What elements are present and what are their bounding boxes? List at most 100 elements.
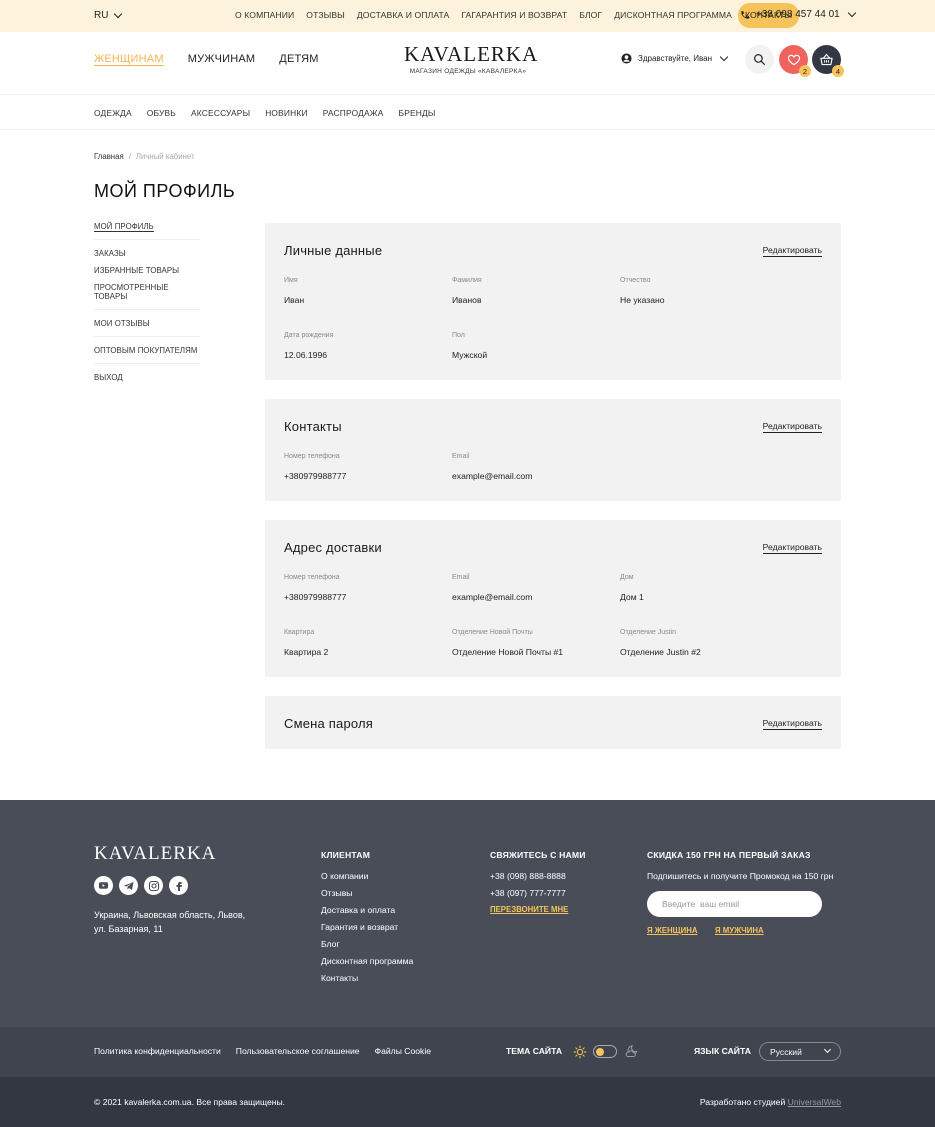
card-title: Смена пароля [284, 716, 374, 731]
legal-links: Политика конфиденциальности Пользователь… [94, 1046, 431, 1056]
edit-personal-button[interactable]: Редактировать [762, 245, 822, 257]
field-value: Квартира 2 [284, 647, 329, 657]
edit-address-button[interactable]: Редактировать [762, 542, 822, 554]
footer-phone[interactable]: +38 (097) 777-7777 [490, 885, 566, 902]
gender-men[interactable]: МУЖЧИНАМ [188, 53, 256, 65]
phone-dropdown[interactable]: +38 098 457 44 01 [740, 8, 856, 20]
footer-phone[interactable]: +38 (098) 888-8888 [490, 868, 566, 885]
field-birth-date: Дата рождения 12.06.1996 [284, 332, 333, 360]
field-value: Иван [284, 295, 305, 305]
telegram-icon [123, 881, 133, 890]
subscribe-women-link[interactable]: Я ЖЕНЩИНА [647, 926, 697, 935]
category-accessories[interactable]: АКСЕССУАРЫ [191, 108, 250, 118]
field-justin: Отделение Justin Отделение Justin #2 [620, 629, 701, 657]
footer-link-warranty[interactable]: Гарантия и возврат [321, 919, 413, 936]
cookies-link[interactable]: Файлы Cookie [375, 1046, 431, 1056]
field-value: Иванов [452, 295, 482, 305]
category-shoes[interactable]: ОБУВЬ [147, 108, 176, 118]
sidebar-divider [94, 363, 200, 364]
contact-phones: +38 (098) 888-8888 +38 (097) 777-7777 [490, 868, 566, 902]
top-nav-blog[interactable]: БЛОГ [573, 3, 608, 28]
sidebar-item-viewed[interactable]: ПРОСМОТРЕННЫЕ ТОВАРЫ [94, 283, 200, 301]
top-nav-delivery[interactable]: ДОСТАВКА И ОПЛАТА [351, 3, 456, 28]
callback-link[interactable]: ПЕРЕЗВОНИТЕ МНЕ [490, 905, 568, 914]
youtube-link[interactable] [94, 876, 113, 895]
telegram-link[interactable] [119, 876, 138, 895]
field-label: Отчество [620, 277, 651, 284]
sidebar-item-profile[interactable]: МОЙ ПРОФИЛЬ [94, 222, 200, 231]
footer-link-about[interactable]: О компании [321, 868, 413, 885]
user-agreement-link[interactable]: Пользовательское соглашение [236, 1046, 360, 1056]
subscribe-email-input[interactable] [647, 891, 822, 917]
chevron-down-icon [823, 1045, 832, 1054]
search-button[interactable] [745, 45, 774, 74]
account-menu[interactable]: Здравствуйте, Иван [621, 52, 729, 64]
heart-icon [787, 54, 800, 65]
sidebar-item-favorites[interactable]: ИЗБРАННЫЕ ТОВАРЫ [94, 266, 200, 275]
field-value: example@email.com [452, 592, 533, 602]
category-brands[interactable]: БРЕНДЫ [399, 108, 436, 118]
developer-prefix: Разработано студией [699, 1097, 786, 1107]
field-label: Дата рождения [284, 332, 334, 339]
top-nav-about[interactable]: О КОМПАНИИ [229, 3, 300, 28]
logo-text: KAVALERKA [404, 42, 539, 66]
field-email: Email example@email.com [452, 453, 532, 481]
favorites-button[interactable]: 2 [779, 45, 811, 77]
field-email: Email example@email.com [452, 574, 532, 602]
field-value: Не указано [620, 295, 665, 305]
field-label: Номер телефона [284, 574, 340, 581]
moon-cloud-icon [625, 1045, 638, 1057]
gender-kids[interactable]: ДЕТЯМ [279, 53, 318, 65]
sidebar-item-reviews[interactable]: МОИ ОТЗЫВЫ [94, 319, 200, 328]
field-value: example@email.com [452, 471, 533, 481]
basket-icon [820, 53, 833, 66]
footer-link-contacts[interactable]: Контакты [321, 970, 413, 987]
category-clothes[interactable]: ОДЕЖДА [94, 108, 132, 118]
gender-women[interactable]: ЖЕНЩИНАМ [94, 53, 164, 65]
site-language-select[interactable]: Русский [759, 1042, 841, 1061]
chevron-down-icon [847, 8, 856, 17]
field-label: Отделение Justin [620, 629, 677, 636]
logo[interactable]: KAVALERKA МАГАЗИН ОДЕЖДЫ «КАВАЛЕРКА» [404, 42, 539, 75]
divider [0, 129, 935, 130]
footer-link-reviews[interactable]: Отзывы [321, 885, 413, 902]
sidebar-item-orders[interactable]: ЗАКАЗЫ [94, 249, 200, 258]
top-nav: О КОМПАНИИ ОТЗЫВЫ ДОСТАВКА И ОПЛАТА ГАГА… [229, 3, 800, 28]
top-nav-reviews[interactable]: ОТЗЫВЫ [300, 3, 351, 28]
footer-logo[interactable]: KAVALERKA [94, 843, 216, 865]
theme-toggle[interactable] [593, 1045, 617, 1058]
sidebar-item-wholesale[interactable]: ОПТОВЫМ ПОКУПАТЕЛЯМ [94, 346, 200, 355]
field-label: Имя [284, 277, 298, 284]
privacy-policy-link[interactable]: Политика конфиденциальности [94, 1046, 221, 1056]
field-gender: Пол Мужской [452, 332, 487, 360]
sidebar-item-logout[interactable]: ВЫХОД [94, 373, 200, 382]
logo-subtitle: МАГАЗИН ОДЕЖДЫ «КАВАЛЕРКА» [409, 68, 527, 75]
language-switch[interactable]: RU [94, 9, 123, 21]
footer-bottom: © 2021 kavalerka.com.ua. Все права защищ… [0, 1077, 935, 1127]
field-value: Дом 1 [620, 592, 644, 602]
footer-link-delivery[interactable]: Доставка и оплата [321, 902, 413, 919]
field-label: Email [452, 574, 470, 581]
toggle-knob [596, 1048, 604, 1056]
facebook-link[interactable] [169, 876, 188, 895]
field-label: Отделение Новой Почты [452, 629, 533, 636]
top-nav-discount[interactable]: ДИСКОНТНАЯ ПРОГРАММА [608, 3, 738, 28]
phone-number: +38 098 457 44 01 [756, 9, 840, 20]
subscribe-men-link[interactable]: Я МУЖЧИНА [715, 926, 764, 935]
category-sale[interactable]: РАСПРОДАЖА [323, 108, 384, 118]
field-phone: Номер телефона +380979988777 [284, 574, 346, 602]
promo-title: СКИДКА 150 ГРН НА ПЕРВЫЙ ЗАКАЗ [647, 850, 811, 860]
top-nav-warranty[interactable]: ГАГАРАНТИЯ И ВОЗВРАТ [455, 3, 573, 28]
breadcrumb-separator: / [128, 152, 131, 161]
edit-password-button[interactable]: Редактировать [762, 718, 822, 730]
profile-sidebar: МОЙ ПРОФИЛЬ ЗАКАЗЫ ИЗБРАННЫЕ ТОВАРЫ ПРОС… [94, 222, 200, 382]
cart-button[interactable]: 4 [812, 45, 844, 77]
footer-link-discount[interactable]: Дисконтная программа [321, 953, 413, 970]
footer-link-blog[interactable]: Блог [321, 936, 413, 953]
edit-contacts-button[interactable]: Редактировать [762, 421, 822, 433]
instagram-link[interactable] [144, 876, 163, 895]
sidebar-divider [94, 309, 200, 310]
studio-link[interactable]: UniversalWeb [788, 1097, 841, 1107]
breadcrumb-home[interactable]: Главная [94, 152, 124, 161]
category-new[interactable]: НОВИНКИ [265, 108, 308, 118]
